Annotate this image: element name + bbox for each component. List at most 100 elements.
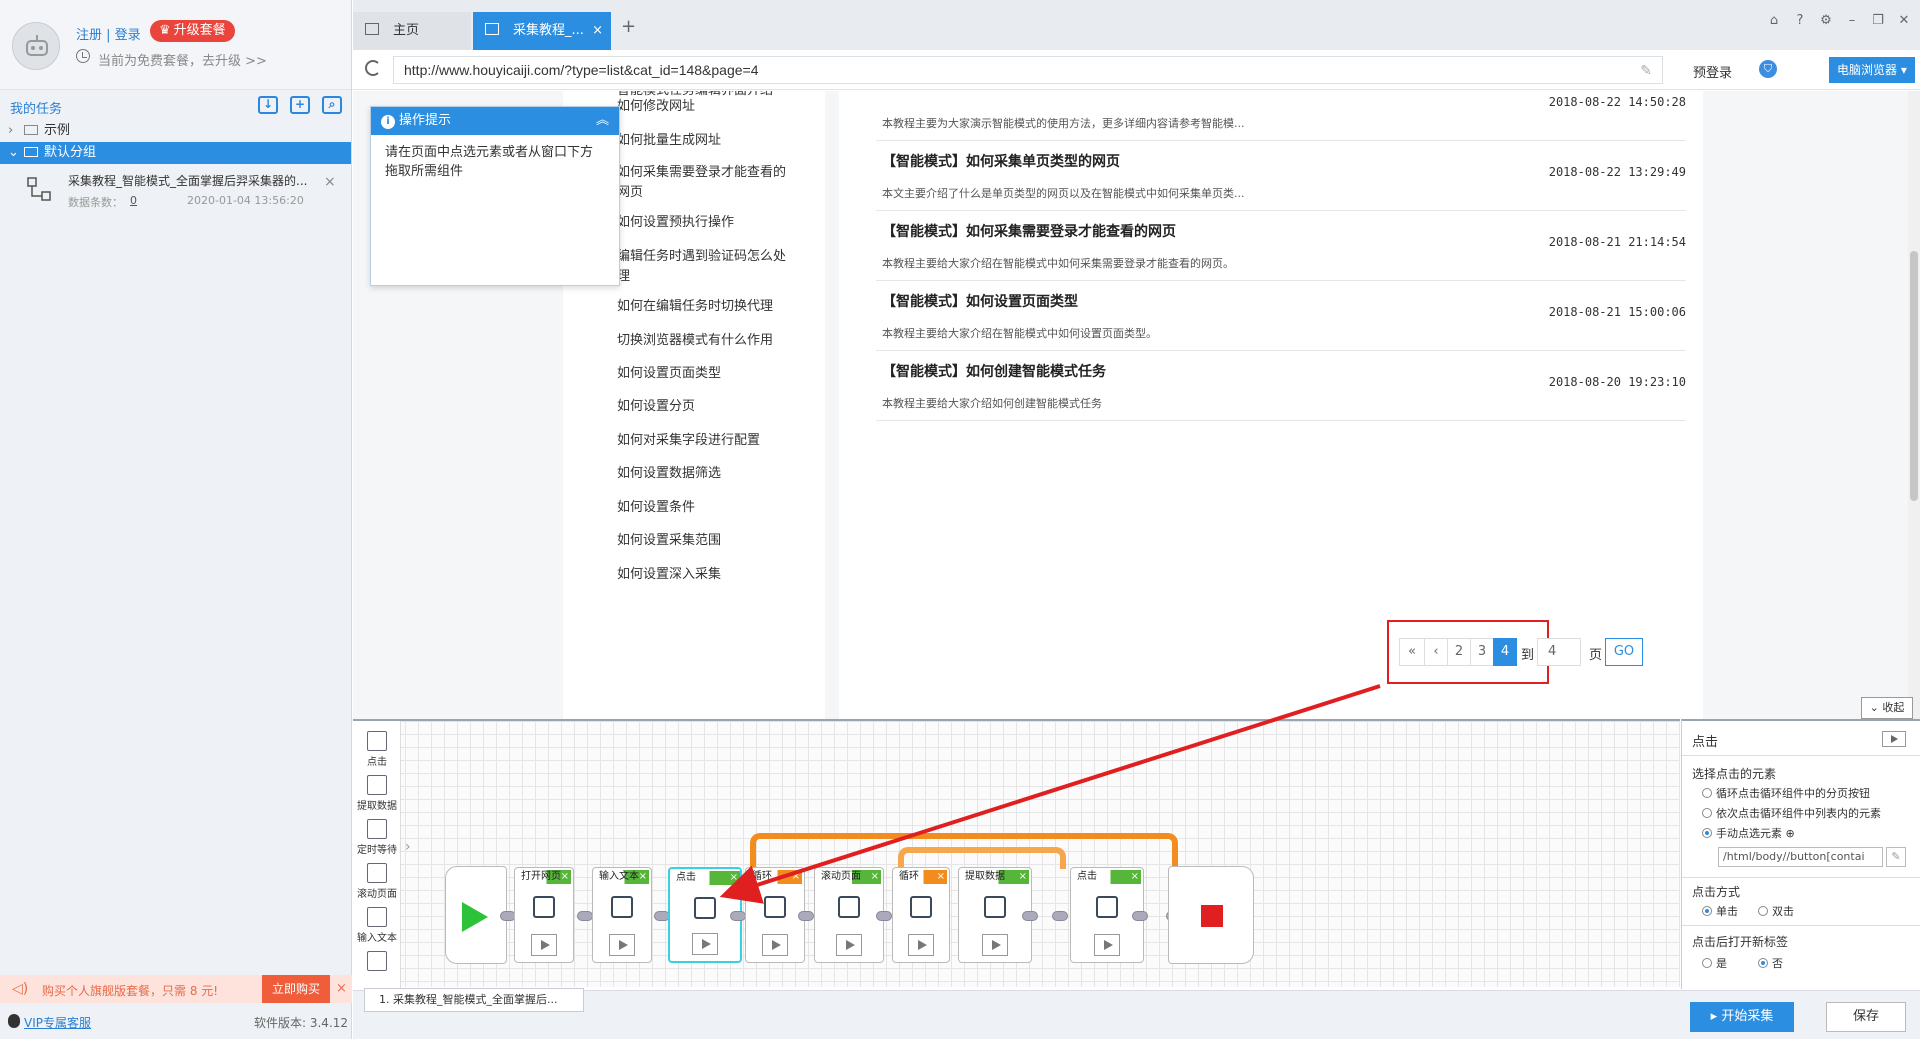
gift-icon[interactable]: ⌂	[1767, 14, 1781, 28]
page-button[interactable]: 2	[1447, 638, 1471, 666]
article-item[interactable]: 2018-08-22 14:50:28 本教程主要为大家演示智能模式的使用方法，…	[876, 91, 1686, 141]
option-double-click[interactable]: 双击	[1758, 903, 1794, 919]
maximize-icon[interactable]: ❐	[1871, 14, 1885, 28]
tree-item-label: 示例	[44, 123, 71, 138]
option-label: 单击	[1716, 905, 1738, 918]
toc-item[interactable]: 如何设置页面类型	[617, 364, 797, 384]
first-page-button[interactable]: «	[1399, 638, 1425, 666]
article-desc: 本教程主要给大家介绍在智能模式中如何采集需要登录才能查看的网页。	[882, 257, 1234, 270]
search-task-icon[interactable]: ⌕	[322, 96, 342, 114]
close-icon[interactable]: ×	[324, 174, 336, 190]
import-icon[interactable]: ↓	[258, 96, 278, 114]
toc-item[interactable]: 如何设置深入采集	[617, 565, 797, 585]
option-new-tab-no[interactable]: 否	[1758, 955, 1783, 971]
buy-now-button[interactable]: 立即购买	[262, 975, 330, 1003]
tree-item-example[interactable]: › 示例	[0, 120, 351, 142]
url-input[interactable]: http://www.houyicaiji.com/?type=list&cat…	[393, 56, 1663, 84]
option-single-click[interactable]: 单击	[1702, 903, 1738, 919]
article-title[interactable]: 【智能模式】如何采集需要登录才能查看的网页	[882, 221, 1176, 241]
toc-item[interactable]: 切换浏览器模式有什么作用	[617, 331, 797, 351]
tree-item-default-group[interactable]: ⌄ 默认分组	[0, 142, 351, 164]
start-collect-button[interactable]: ▸ 开始采集	[1690, 1002, 1794, 1032]
prev-page-button[interactable]: ‹	[1424, 638, 1448, 666]
help-icon[interactable]: ?	[1793, 14, 1807, 28]
tab-home[interactable]: 主页	[353, 12, 471, 50]
article-item[interactable]: 【智能模式】如何设置页面类型 2018-08-21 15:00:06 本教程主要…	[876, 281, 1686, 351]
article-item[interactable]: 【智能模式】如何采集需要登录才能查看的网页 2018-08-21 21:14:5…	[876, 211, 1686, 281]
option-loop-list[interactable]: 依次点击循环组件中列表内的元素	[1702, 805, 1881, 821]
toc-item[interactable]: 如何批量生成网址	[617, 131, 797, 151]
task-name: 采集教程_智能模式_全面掌握后羿采集器的...	[68, 174, 308, 188]
prelogin-button[interactable]: 预登录	[1693, 62, 1732, 81]
option-manual[interactable]: 手动点选元素 ⊕	[1702, 825, 1795, 841]
toc-item[interactable]: 如何修改网址	[617, 97, 797, 117]
article-title[interactable]: 【智能模式】如何创建智能模式任务	[882, 361, 1106, 381]
new-tab-label: 点击后打开新标签	[1692, 935, 1789, 949]
go-button[interactable]: GO	[1605, 638, 1643, 666]
tip-title: 操作提示	[399, 113, 452, 128]
upgrade-button[interactable]: ♛ 升级套餐	[150, 20, 235, 42]
scrollbar[interactable]	[1908, 91, 1920, 719]
tool-wait[interactable]: 定时等待	[357, 819, 397, 856]
workflow-tab[interactable]: 1. 采集教程_智能模式_全面掌握后...	[364, 988, 584, 1012]
vip-support-link[interactable]: VIP专属客服	[24, 1014, 91, 1031]
article-title[interactable]: 【智能模式】如何采集单页类型的网页	[882, 151, 1120, 171]
tab-tutorial[interactable]: 采集教程_... ×	[473, 12, 611, 50]
article-item[interactable]: 【智能模式】如何创建智能模式任务 2018-08-20 19:23:10 本教程…	[876, 351, 1686, 421]
login-link[interactable]: 注册 | 登录	[76, 24, 141, 43]
current-page-button[interactable]: 4	[1493, 638, 1517, 666]
close-icon[interactable]: ×	[592, 12, 603, 50]
xpath-input[interactable]: /html/body//button[contai	[1718, 847, 1883, 867]
toc-item[interactable]: 如何采集需要登录才能查看的网页	[617, 163, 797, 203]
edit-icon[interactable]: ✎	[1640, 57, 1652, 83]
avatar[interactable]	[12, 22, 60, 70]
close-icon[interactable]: ×	[336, 981, 347, 996]
goto-page-input[interactable]: 4	[1537, 638, 1581, 666]
chevron-right-icon[interactable]: ›	[405, 839, 411, 855]
toc-item[interactable]: 如何对采集字段进行配置	[617, 431, 797, 451]
edit-icon[interactable]: ✎	[1886, 847, 1906, 867]
page-unit-label: 页	[1589, 648, 1603, 663]
tool-extract[interactable]: 提取数据	[357, 775, 397, 812]
tool-click[interactable]: 点击	[357, 731, 397, 768]
tool-scroll[interactable]: 滚动页面	[357, 863, 397, 900]
chevron-up-icon[interactable]: ︽	[596, 107, 609, 135]
workflow-canvas[interactable]: 点击 提取数据 定时等待 滚动页面 输入文本 ›	[353, 719, 1680, 989]
run-step-button[interactable]	[1882, 731, 1906, 747]
toc-item[interactable]: 如何设置分页	[617, 397, 797, 417]
scroll-thumb[interactable]	[1910, 251, 1918, 501]
task-count[interactable]: 0	[130, 194, 137, 207]
task-count-label: 数据条数：	[68, 196, 123, 209]
minimize-icon[interactable]: –	[1845, 14, 1859, 28]
target-icon[interactable]: ⊕	[1786, 827, 1795, 840]
gear-icon[interactable]: ⚙	[1819, 14, 1833, 28]
plan-text[interactable]: 当前为免费套餐，去升级 >>	[98, 50, 267, 69]
tab-label: 主页	[393, 23, 420, 38]
reload-icon[interactable]	[365, 60, 381, 76]
tool-input[interactable]: 输入文本	[357, 907, 397, 944]
article-desc: 本教程主要给大家介绍在智能模式中如何设置页面类型。	[882, 327, 1157, 340]
toc-item[interactable]: 如何设置条件	[617, 498, 797, 518]
collapse-button[interactable]: ⌄ 收起	[1861, 697, 1913, 719]
toc-item[interactable]: 如何设置数据筛选	[617, 464, 797, 484]
page-button[interactable]: 3	[1470, 638, 1494, 666]
toc-item[interactable]: 编辑任务时遇到验证码怎么处理	[617, 247, 797, 287]
save-button[interactable]: 保存	[1826, 1002, 1906, 1032]
toc-item[interactable]: 如何设置预执行操作	[617, 213, 797, 233]
option-loop-page[interactable]: 循环点击循环组件中的分页按钮	[1702, 785, 1870, 801]
new-tab-icon[interactable]: +	[621, 16, 636, 37]
task-list-item[interactable]: 采集教程_智能模式_全面掌握后羿采集器的... 数据条数： 0 2020-01-…	[0, 164, 351, 222]
toc-item[interactable]: 如何在编辑任务时切换代理	[617, 297, 797, 317]
add-task-icon[interactable]: +	[290, 96, 310, 114]
article-title[interactable]: 【智能模式】如何设置页面类型	[882, 291, 1078, 311]
shield-icon[interactable]: ⛉	[1759, 60, 1777, 78]
article-item[interactable]: 【智能模式】如何采集单页类型的网页 2018-08-22 13:29:49 本文…	[876, 141, 1686, 211]
option-new-tab-yes[interactable]: 是	[1702, 955, 1727, 971]
promo-banner: ◁) 购买个人旗舰版套餐，只需 8 元! 立即购买 ×	[0, 975, 352, 1003]
browser-type-select[interactable]: 电脑浏览器 ▾	[1829, 57, 1915, 83]
tool-more[interactable]	[357, 951, 397, 973]
toc-item[interactable]: 如何设置采集范围	[617, 531, 797, 551]
props-title: 点击	[1692, 735, 1719, 750]
close-window-icon[interactable]: ✕	[1897, 14, 1911, 28]
task-title: 我的任务	[10, 102, 63, 117]
